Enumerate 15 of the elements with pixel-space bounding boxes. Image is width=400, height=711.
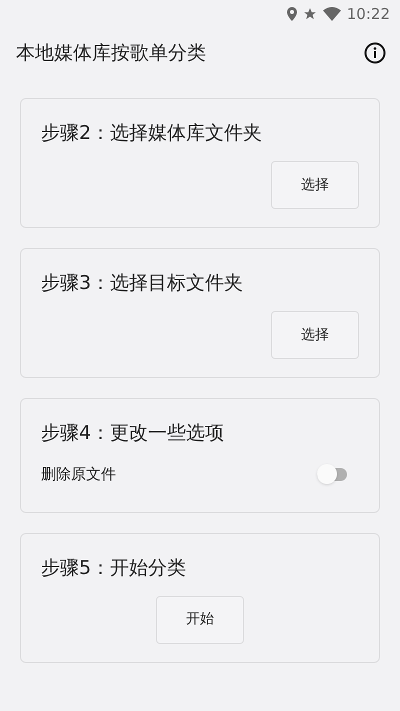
step-title: 步骤5：开始分类 bbox=[41, 556, 188, 580]
step-title: 步骤3：选择目标文件夹 bbox=[41, 271, 244, 296]
step-title: 步骤4：更改一些选项 bbox=[41, 421, 226, 446]
clock-time: 10:22 bbox=[346, 4, 390, 25]
step-button[interactable]: 开始 bbox=[156, 596, 244, 644]
step-button[interactable]: 选择 bbox=[271, 311, 359, 359]
option-label: 删除原文件 bbox=[41, 464, 116, 485]
star-icon bbox=[302, 7, 317, 21]
info-icon[interactable] bbox=[364, 42, 386, 64]
step-title: 步骤2：选择媒体库文件夹 bbox=[41, 121, 264, 146]
toggle-switch[interactable] bbox=[317, 464, 349, 484]
wifi-icon bbox=[322, 7, 341, 21]
step-button[interactable]: 选择 bbox=[271, 161, 359, 209]
app-title: 本地媒体库按歌单分类 bbox=[16, 40, 206, 66]
location-icon bbox=[286, 7, 297, 21]
